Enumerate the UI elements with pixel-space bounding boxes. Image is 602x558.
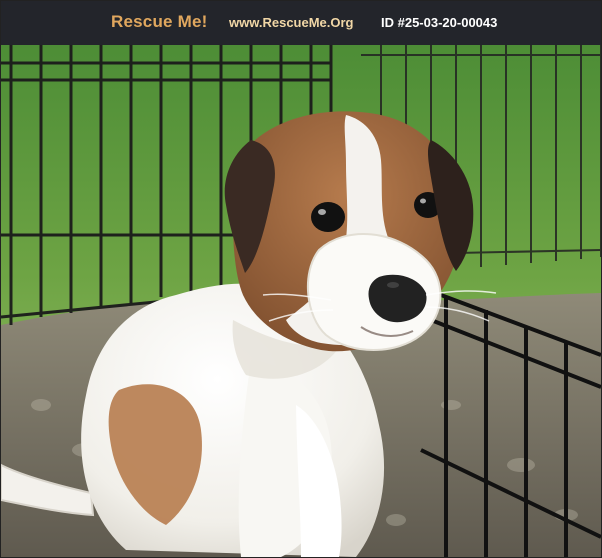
page-frame: Rescue Me! www.RescueMe.Org ID #25-03-20… [0, 0, 602, 558]
header-bar: Rescue Me! www.RescueMe.Org ID #25-03-20… [1, 1, 601, 45]
puppy-photo [1, 45, 601, 557]
pet-id-label: ID #25-03-20-00043 [381, 15, 498, 30]
brand-logo-text[interactable]: Rescue Me! [111, 12, 207, 32]
photo-illustration [1, 45, 601, 557]
site-url[interactable]: www.RescueMe.Org [229, 15, 354, 30]
